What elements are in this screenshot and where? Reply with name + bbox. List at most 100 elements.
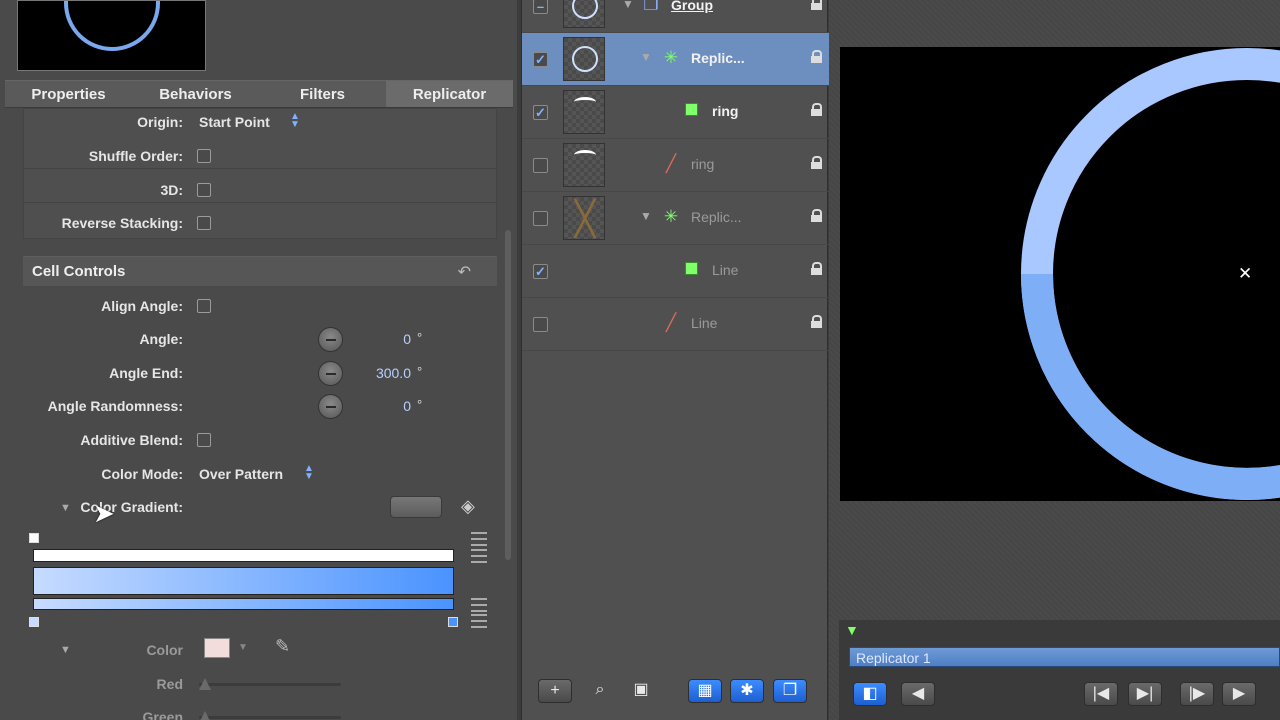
- lock-icon[interactable]: [811, 209, 822, 222]
- lock-icon[interactable]: [811, 50, 822, 63]
- anchor-point-icon[interactable]: ✕: [1238, 264, 1252, 284]
- angle-label: Angle:: [139, 331, 183, 347]
- tab-properties[interactable]: Properties: [5, 81, 132, 107]
- layer-row[interactable]: ╱ Line: [522, 298, 829, 351]
- play-button[interactable]: ▶: [1222, 682, 1256, 706]
- color-swatch[interactable]: [204, 638, 230, 658]
- color-disclosure-icon[interactable]: ▼: [60, 644, 71, 656]
- red-slider-track[interactable]: [199, 683, 341, 686]
- layer-options-icon[interactable]: ▣: [624, 679, 658, 703]
- origin-label: Origin:: [137, 114, 183, 130]
- align-angle-checkbox[interactable]: [197, 299, 211, 313]
- step-forward-button[interactable]: |▶: [1180, 682, 1214, 706]
- additive-blend-checkbox[interactable]: [197, 433, 211, 447]
- cell-controls-header[interactable]: Cell Controls ↶: [23, 256, 497, 286]
- layer-visibility-checkbox[interactable]: ✓: [533, 264, 548, 279]
- angle-end-dial[interactable]: [318, 361, 343, 386]
- layer-row[interactable]: ✓ Line: [522, 245, 829, 298]
- layer-visibility-checkbox[interactable]: ✓: [533, 105, 548, 120]
- tab-replicator[interactable]: Replicator: [386, 81, 513, 107]
- play-range-button[interactable]: ◧: [853, 682, 887, 706]
- angle-randomness-value[interactable]: 0: [403, 398, 411, 414]
- search-icon[interactable]: ⌕: [583, 679, 617, 703]
- layer-row[interactable]: ╳ ▼ ✳ Replic...: [522, 192, 829, 245]
- layer-row[interactable]: ✓ ▼ ✳ Replic...: [522, 33, 829, 86]
- layer-row[interactable]: ✓ ring: [522, 86, 829, 139]
- layer-name[interactable]: Replic...: [691, 209, 742, 225]
- lock-icon[interactable]: [811, 0, 822, 10]
- shuffle-checkbox[interactable]: [197, 149, 211, 163]
- thumbnail-shape: [574, 97, 596, 107]
- layer-visibility-checkbox[interactable]: –: [533, 0, 548, 14]
- lock-icon[interactable]: [811, 315, 822, 328]
- color-gradient-bar[interactable]: [33, 598, 454, 610]
- layer-name[interactable]: ring: [712, 103, 738, 119]
- tab-behaviors[interactable]: Behaviors: [132, 81, 259, 107]
- layer-row[interactable]: ╱ ring: [522, 139, 829, 192]
- line-shape-icon: ╱: [665, 313, 677, 332]
- color-stop-start[interactable]: [29, 617, 39, 627]
- opacity-stop[interactable]: [29, 533, 39, 543]
- layer-name[interactable]: ring: [691, 156, 714, 172]
- add-layer-button[interactable]: +: [538, 679, 572, 703]
- gradient-preset-popup[interactable]: [390, 496, 442, 518]
- disclosure-triangle-icon[interactable]: ▼: [622, 0, 634, 11]
- lock-icon[interactable]: [811, 103, 822, 116]
- go-to-end-button[interactable]: ▶|: [1128, 682, 1162, 706]
- audio-button[interactable]: ◀: [901, 682, 935, 706]
- color-mode-updown-icon[interactable]: ▲ ▼: [304, 464, 314, 482]
- opacity-gradient-bar[interactable]: [33, 549, 454, 562]
- canvas-viewport[interactable]: [840, 47, 1280, 501]
- opacity-bars-icon-2[interactable]: [471, 549, 487, 563]
- origin-row: Origin: Start Point ▲ ▼: [23, 109, 497, 135]
- preview-thumbnail: [17, 0, 206, 71]
- reverse-checkbox[interactable]: [197, 216, 211, 230]
- layer-name[interactable]: Group: [671, 0, 713, 13]
- layer-name[interactable]: Replic...: [691, 50, 745, 66]
- threed-checkbox[interactable]: [197, 183, 211, 197]
- angle-randomness-dial[interactable]: [318, 394, 343, 419]
- color-gradient-disclosure-icon[interactable]: ▼: [60, 502, 71, 514]
- reset-icon[interactable]: ↶: [458, 262, 471, 282]
- origin-updown-icon[interactable]: ▲ ▼: [290, 112, 300, 130]
- layer-thumbnail: [563, 37, 605, 81]
- lock-icon[interactable]: [811, 262, 822, 275]
- opacity-bars-icon[interactable]: [471, 532, 487, 546]
- angle-value[interactable]: 0: [403, 331, 411, 347]
- layer-visibility-checkbox[interactable]: [533, 158, 548, 173]
- green-slider-track[interactable]: [199, 716, 341, 719]
- layer-visibility-checkbox[interactable]: [533, 211, 548, 226]
- angle-end-label: Angle End:: [109, 365, 183, 381]
- cell-controls-title: Cell Controls: [32, 263, 126, 280]
- timeline-clip[interactable]: Replicator 1: [849, 647, 1280, 667]
- inspector-scrollbar[interactable]: [505, 230, 511, 560]
- color-dropdown-icon[interactable]: ▼: [232, 638, 254, 658]
- disclosure-triangle-icon[interactable]: ▼: [640, 50, 652, 64]
- preview-ring: [64, 1, 160, 51]
- align-angle-label: Align Angle:: [101, 298, 183, 314]
- go-to-start-button[interactable]: |◀: [1084, 682, 1118, 706]
- layer-visibility-checkbox[interactable]: ✓: [533, 52, 548, 67]
- layers-toolbar: + ⌕ ▣ ▦ ✱ ❐: [522, 672, 829, 710]
- color-bars-icon-2[interactable]: [471, 614, 487, 628]
- eyedropper-icon[interactable]: ✎: [275, 636, 290, 657]
- tab-filters[interactable]: Filters: [259, 81, 386, 107]
- angle-end-value[interactable]: 300.0: [376, 365, 411, 381]
- layer-name[interactable]: Line: [712, 262, 738, 278]
- origin-value[interactable]: Start Point: [199, 114, 270, 130]
- show-masks-button[interactable]: ❐: [773, 679, 807, 703]
- ring-shape[interactable]: [840, 47, 1280, 501]
- disclosure-triangle-icon[interactable]: ▼: [640, 209, 652, 223]
- show-effects-button[interactable]: ✱: [730, 679, 764, 703]
- layer-visibility-checkbox[interactable]: [533, 317, 548, 332]
- angle-dial[interactable]: [318, 327, 343, 352]
- playhead-icon[interactable]: ▼: [845, 622, 859, 638]
- lock-icon[interactable]: [811, 156, 822, 169]
- show-thumbnails-button[interactable]: ▦: [688, 679, 722, 703]
- color-mode-value[interactable]: Over Pattern: [199, 466, 283, 482]
- keyframe-diamond-icon[interactable]: ◈: [461, 496, 475, 517]
- layer-row[interactable]: – ▼ ❐ Group: [522, 0, 829, 33]
- color-stop-end[interactable]: [448, 617, 458, 627]
- layer-name[interactable]: Line: [691, 315, 717, 331]
- color-bars-icon[interactable]: [471, 598, 487, 612]
